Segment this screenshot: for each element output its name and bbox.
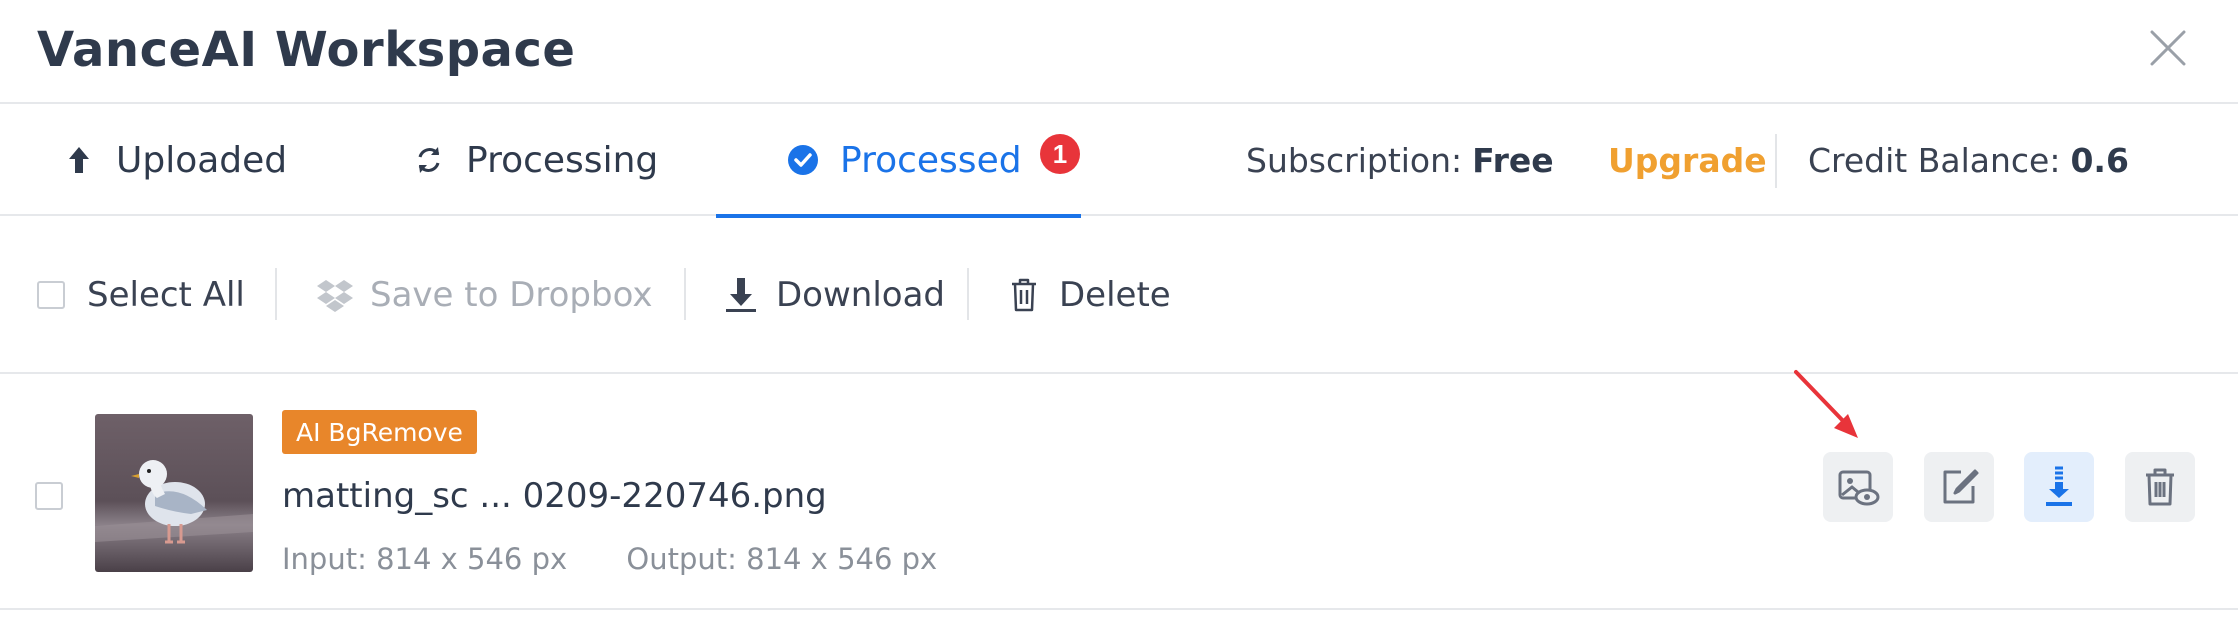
file-thumbnail[interactable]	[95, 414, 253, 572]
trash-icon	[2146, 468, 2174, 506]
feature-tag: AI BgRemove	[282, 410, 477, 454]
check-circle-icon	[788, 145, 818, 175]
bulk-action-toolbar: Select All Save to Dropbox Download Dele…	[0, 216, 2238, 374]
delete-file-button[interactable]	[2125, 452, 2195, 522]
file-dimensions: Input: 814 x 546 px Output: 814 x 546 px	[282, 542, 937, 576]
upload-arrow-icon	[69, 147, 89, 173]
select-all-label: Select All	[87, 275, 245, 315]
tab-uploaded-label: Uploaded	[116, 139, 288, 181]
input-size: Input: 814 x 546 px	[282, 542, 568, 576]
download-icon	[726, 278, 756, 312]
download-file-button[interactable]	[2024, 452, 2094, 522]
edit-button[interactable]	[1924, 452, 1994, 522]
file-select-checkbox[interactable]	[35, 482, 63, 510]
download-label: Download	[776, 275, 946, 315]
trash-icon	[1012, 278, 1036, 312]
tab-processed-label: Processed	[840, 139, 1022, 181]
subscription-label: Subscription:	[1246, 140, 1463, 180]
tab-bar: Uploaded Processing Processed 1 Subscrip…	[0, 104, 2238, 218]
tab-processing-label: Processing	[466, 139, 659, 181]
download-button[interactable]: Download	[722, 216, 945, 374]
preview-button[interactable]	[1823, 452, 1893, 522]
save-to-dropbox-label: Save to Dropbox	[370, 275, 653, 315]
annotation-arrow-icon	[1794, 370, 1858, 438]
image-preview-icon	[1838, 470, 1880, 506]
divider	[684, 268, 686, 320]
file-row: AI BgRemove matting_sc ... 0209-220746.p…	[0, 374, 2238, 610]
delete-label: Delete	[1059, 275, 1171, 315]
output-size: Output: 814 x 546 px	[626, 542, 938, 576]
divider	[967, 268, 969, 320]
processed-count-badge: 1	[1040, 134, 1080, 174]
save-to-dropbox-button[interactable]: Save to Dropbox	[316, 216, 652, 374]
window-header: VanceAI Workspace	[0, 0, 2238, 104]
edit-icon	[1943, 469, 1979, 504]
download-icon	[2046, 466, 2072, 506]
upgrade-link[interactable]: Upgrade	[1608, 104, 1767, 216]
credit-label: Credit Balance:	[1808, 140, 2061, 180]
refresh-icon	[418, 147, 440, 173]
subscription-status: Subscription: Free	[1246, 104, 1554, 216]
window-title: VanceAI Workspace	[37, 22, 576, 78]
credit-value: 0.6	[2070, 140, 2129, 180]
subscription-value: Free	[1472, 140, 1554, 180]
seagull-image	[95, 414, 253, 572]
select-all-checkbox[interactable]	[37, 281, 65, 309]
divider	[1775, 134, 1777, 188]
credit-balance: Credit Balance: 0.6	[1808, 104, 2129, 216]
select-all-button[interactable]: Select All	[37, 216, 245, 374]
tab-processed[interactable]: Processed	[716, 104, 1081, 218]
tab-uploaded[interactable]: Uploaded	[62, 104, 287, 216]
file-name: matting_sc ... 0209-220746.png	[282, 476, 827, 516]
dropbox-icon	[317, 280, 353, 312]
divider	[275, 268, 277, 320]
close-button[interactable]	[2148, 28, 2188, 68]
tab-processing[interactable]: Processing	[412, 104, 658, 216]
delete-button[interactable]: Delete	[1005, 216, 1171, 374]
close-icon	[2150, 30, 2186, 66]
